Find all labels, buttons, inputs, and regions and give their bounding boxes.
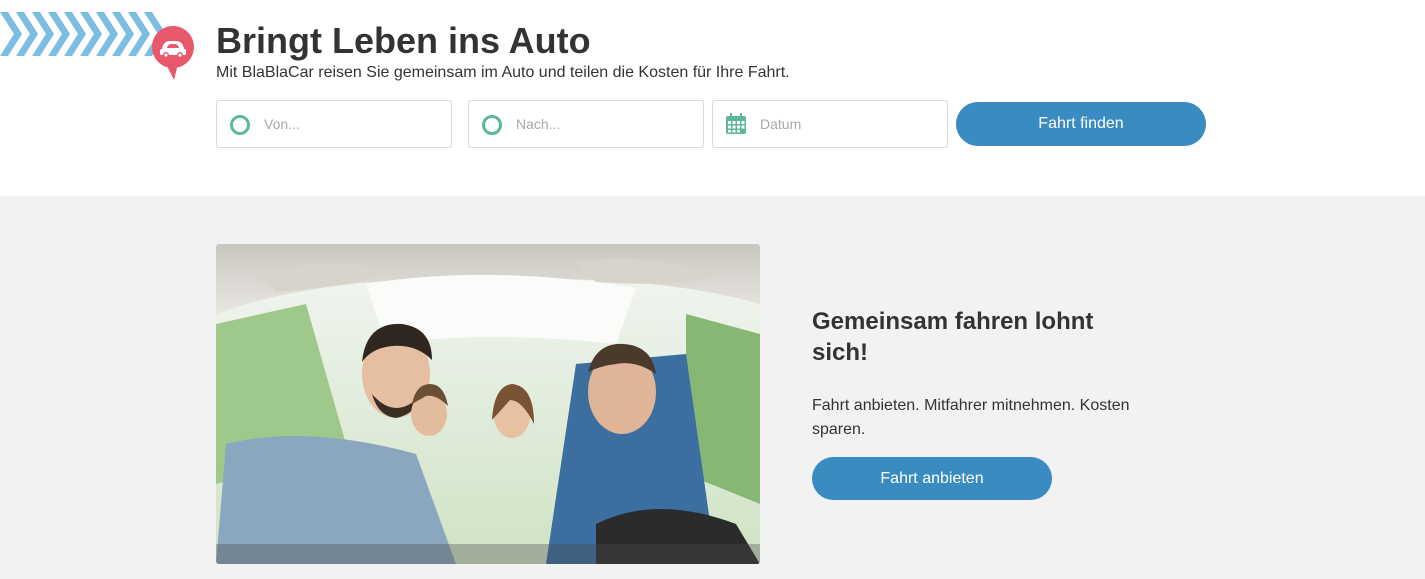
chevron-stripes-decoration (0, 12, 166, 56)
promo-section: Gemeinsam fahren lohnt sich! Fahrt anbie… (0, 196, 1425, 579)
from-input[interactable] (264, 101, 442, 147)
to-input[interactable] (516, 101, 694, 147)
carpool-photo (216, 244, 760, 564)
page-subtitle: Mit BlaBlaCar reisen Sie gemeinsam im Au… (216, 64, 790, 81)
calendar-icon (726, 113, 746, 134)
date-field[interactable] (712, 100, 948, 148)
promo-title: Gemeinsam fahren lohnt sich! (812, 308, 1094, 366)
find-ride-button[interactable]: Fahrt finden (956, 102, 1206, 146)
ring-icon (230, 115, 250, 135)
car-speech-bubble-icon (151, 26, 194, 80)
search-header: Bringt Leben ins Auto Mit BlaBlaCar reis… (0, 0, 1425, 196)
from-field[interactable] (216, 100, 452, 148)
page-title: Bringt Leben ins Auto (216, 20, 591, 61)
date-input[interactable] (760, 101, 938, 147)
promo-text: Fahrt anbieten. Mitfahrer mitnehmen. Kos… (812, 397, 1130, 438)
ring-icon (482, 115, 502, 135)
to-field[interactable] (468, 100, 704, 148)
offer-ride-button[interactable]: Fahrt anbieten (812, 457, 1052, 500)
